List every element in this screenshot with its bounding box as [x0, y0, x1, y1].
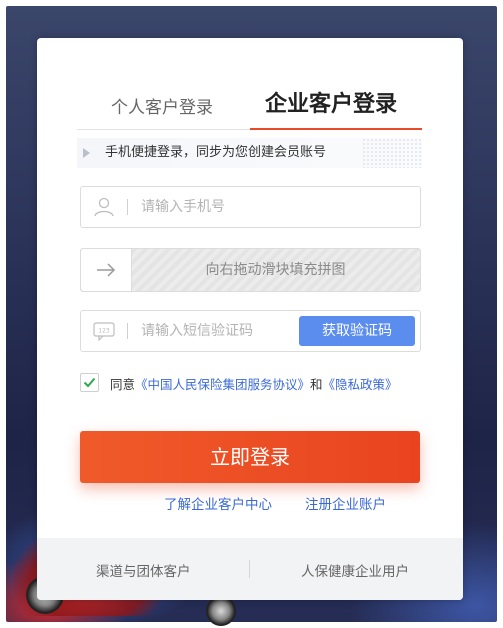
agreement-and: 和 [310, 377, 323, 392]
check-icon [83, 377, 96, 388]
login-card: 个人客户登录 企业客户登录 手机便捷登录，同步为您创建会员账号 请输入手机号 向… [37, 38, 463, 600]
agreement-checkbox[interactable] [80, 373, 99, 392]
sms-code-field[interactable]: 123 请输入短信验证码 获取验证码 [80, 310, 421, 352]
agreement-prefix: 同意 [110, 377, 136, 392]
notice-banner: 手机便捷登录，同步为您创建会员账号 [77, 138, 422, 168]
field-separator [127, 323, 128, 339]
sms-input-placeholder[interactable]: 请输入短信验证码 [141, 311, 253, 351]
slider-handle[interactable] [81, 249, 132, 291]
arrow-right-icon [96, 261, 116, 283]
service-agreement-link[interactable]: 《中国人民保险集团服务协议》 [135, 377, 310, 392]
footer-bar: 渠道与团体客户 人保健康企业用户 [37, 538, 463, 600]
health-enterprise-users-link[interactable]: 人保健康企业用户 [301, 560, 409, 580]
wheel-graphic [206, 596, 236, 626]
slider-label: 向右拖动滑块填充拼图 [205, 262, 346, 278]
register-enterprise-link[interactable]: 注册企业账户 [305, 493, 386, 513]
triangle-marker-icon [83, 148, 90, 158]
privacy-policy-link[interactable]: 《隐私政策》 [323, 377, 398, 392]
footer-divider [249, 560, 250, 578]
channel-group-customers-link[interactable]: 渠道与团体客户 [96, 560, 191, 580]
phone-input-placeholder[interactable]: 请输入手机号 [141, 187, 225, 227]
dot-pattern-decoration [362, 138, 422, 168]
user-icon [93, 197, 115, 217]
active-tab-indicator [250, 128, 422, 130]
field-separator [127, 199, 128, 215]
learn-enterprise-center-link[interactable]: 了解企业客户中心 [164, 493, 272, 513]
svg-text:123: 123 [98, 328, 110, 335]
tab-personal-login[interactable]: 个人客户登录 [111, 93, 213, 118]
login-button[interactable]: 立即登录 [80, 431, 420, 483]
tab-enterprise-login[interactable]: 企业客户登录 [265, 86, 397, 118]
get-code-button[interactable]: 获取验证码 [299, 316, 415, 346]
sms-code-icon: 123 [93, 321, 115, 342]
login-tabs: 个人客户登录 企业客户登录 [77, 78, 422, 130]
phone-field[interactable]: 请输入手机号 [80, 186, 421, 228]
slider-captcha[interactable]: 向右拖动滑块填充拼图 [80, 248, 421, 292]
notice-text: 手机便捷登录，同步为您创建会员账号 [105, 145, 327, 160]
agreement-text: 同意《中国人民保险集团服务协议》和《隐私政策》 [110, 374, 398, 393]
